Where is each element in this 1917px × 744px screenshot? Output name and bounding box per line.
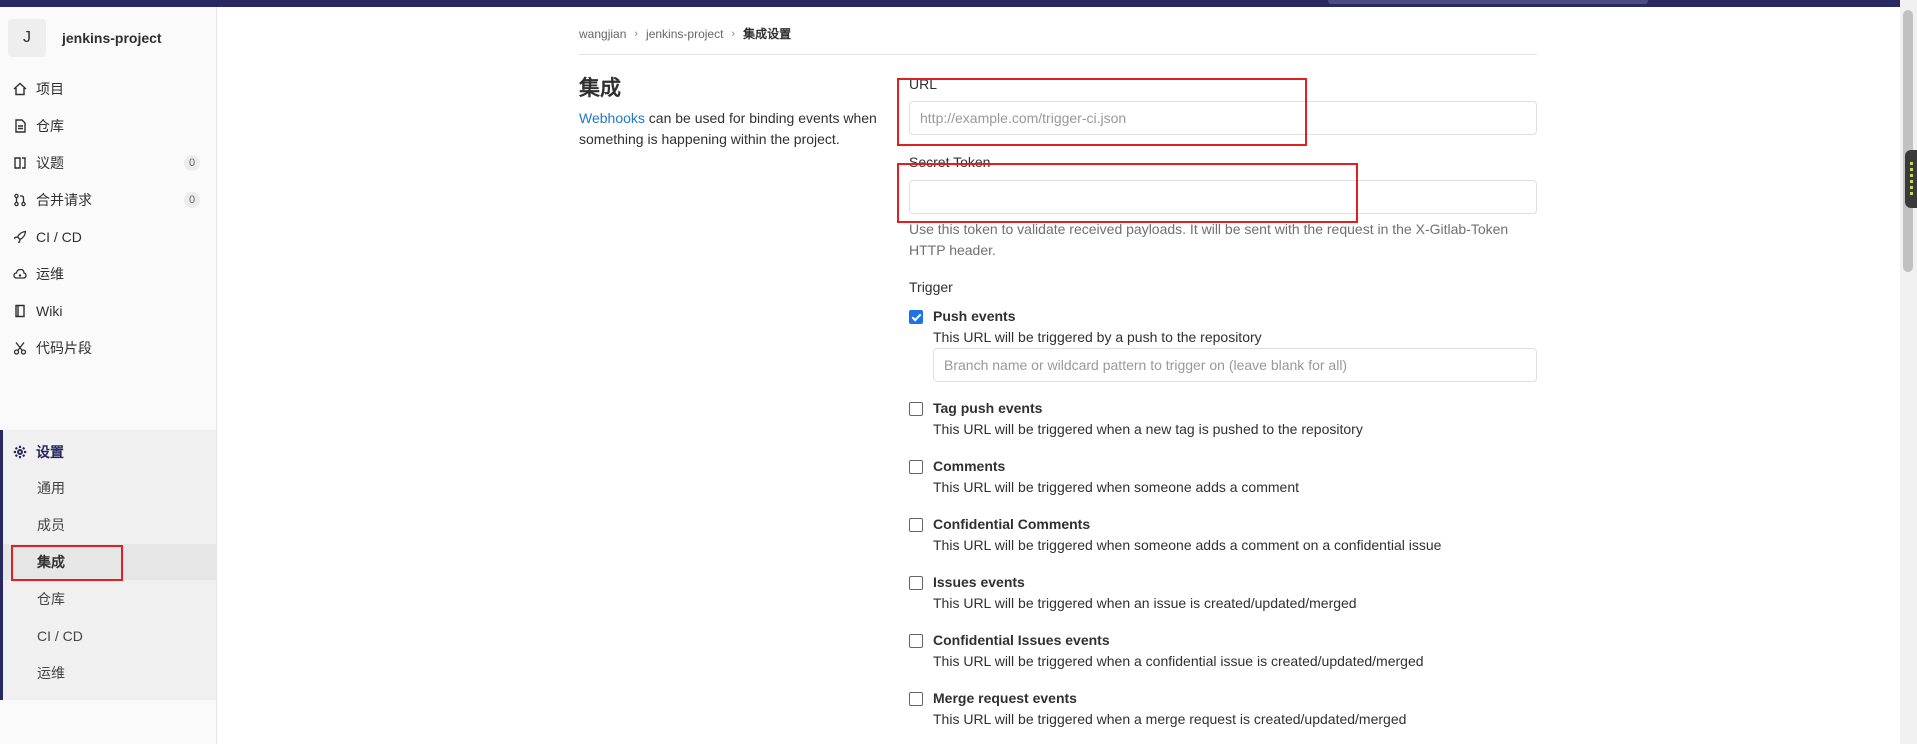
trigger-description: This URL will be triggered when someone … [933,479,1299,495]
trigger-description: This URL will be triggered when a confid… [933,653,1424,669]
sidebar-item-label: 设置 [36,444,64,460]
sidebar-item-label: 项目 [36,81,64,97]
trigger-description: This URL will be triggered when a new ta… [933,421,1363,437]
breadcrumb-project[interactable]: jenkins-project [646,27,723,41]
page-title: 集成 [579,77,621,100]
home-icon [12,81,28,97]
search-bar-edge[interactable] [1328,0,1648,4]
settings-section: 设置 通用 成员 集成 仓库 CI / CD 运维 [0,430,216,700]
breadcrumb-user[interactable]: wangjian [579,27,626,41]
webhooks-link[interactable]: Webhooks [579,110,645,126]
branch-filter-input[interactable] [933,348,1537,382]
issues-events-checkbox[interactable] [909,576,923,590]
project-avatar[interactable]: J [8,19,46,57]
trigger-description: This URL will be triggered when someone … [933,537,1442,553]
scissors-icon [12,340,28,356]
project-header[interactable]: J jenkins-project [8,19,162,57]
settings-subitem-members[interactable]: 成员 [3,507,216,543]
trigger-title[interactable]: Confidential Issues events [933,632,1110,648]
trigger-label: Trigger [909,279,953,295]
issues-icon [12,155,28,171]
push-events-checkbox[interactable] [909,310,923,324]
confidential-comments-checkbox[interactable] [909,518,923,532]
trigger-title[interactable]: Tag push events [933,400,1042,416]
floating-side-widget[interactable] [1905,150,1917,208]
trigger-description: This URL will be triggered by a push to … [933,329,1262,345]
breadcrumb-current[interactable]: 集成设置 [743,25,791,42]
file-icon [12,118,28,134]
settings-subitem-repository[interactable]: 仓库 [3,581,216,617]
settings-subitem-general[interactable]: 通用 [3,470,216,506]
merge-requests-count-badge: 0 [184,192,200,208]
rocket-icon [12,229,28,245]
secret-token-input[interactable] [909,180,1537,214]
settings-subitem-operations[interactable]: 运维 [3,655,216,691]
trigger-title[interactable]: Merge request events [933,690,1077,706]
comments-checkbox[interactable] [909,460,923,474]
chevron-right-icon: › [634,27,639,40]
page-description: Webhooks can be used for binding events … [579,108,884,150]
sidebar: J jenkins-project 项目 仓库 议题 0 合并请求 0 CI /… [0,7,217,744]
trigger-description: This URL will be triggered when a merge … [933,711,1407,727]
settings-subitem-ci-cd[interactable]: CI / CD [3,618,216,654]
trigger-title[interactable]: Push events [933,308,1015,324]
sidebar-item-label: 运维 [36,266,64,282]
top-navbar [0,0,1917,7]
settings-subitem-integrations[interactable]: 集成 [3,544,216,580]
confidential-issues-events-checkbox[interactable] [909,634,923,648]
merge-request-events-checkbox[interactable] [909,692,923,706]
sidebar-item-label: 代码片段 [36,340,92,356]
chevron-right-icon: › [731,27,736,40]
url-label: URL [909,76,938,92]
secret-token-label: Secret Token [909,154,991,170]
merge-request-icon [12,192,28,208]
secret-token-help: Use this token to validate received payl… [909,221,1509,258]
sidebar-item-label: 议题 [36,155,64,171]
sidebar-item-label: CI / CD [36,229,82,245]
trigger-title[interactable]: Comments [933,458,1005,474]
url-input[interactable] [909,101,1537,135]
tag-push-events-checkbox[interactable] [909,402,923,416]
divider [579,54,1537,55]
sidebar-item-snippets[interactable]: 代码片段 [0,326,216,370]
sidebar-item-label: 仓库 [36,118,64,134]
page-scrollbar[interactable] [1900,0,1917,744]
trigger-title[interactable]: Confidential Comments [933,516,1090,532]
book-icon [12,303,28,319]
sidebar-item-label: 合并请求 [36,192,92,208]
scrollbar-thumb[interactable] [1903,10,1913,272]
cloud-icon [12,266,28,282]
trigger-description: This URL will be triggered when an issue… [933,595,1357,611]
trigger-title[interactable]: Issues events [933,574,1025,590]
breadcrumb: wangjian › jenkins-project › 集成设置 [579,25,791,42]
issues-count-badge: 0 [184,155,200,171]
project-name[interactable]: jenkins-project [62,30,162,46]
sidebar-item-label: Wiki [36,303,63,319]
gear-icon [12,444,28,460]
sidebar-item-settings[interactable]: 设置 [3,430,219,474]
